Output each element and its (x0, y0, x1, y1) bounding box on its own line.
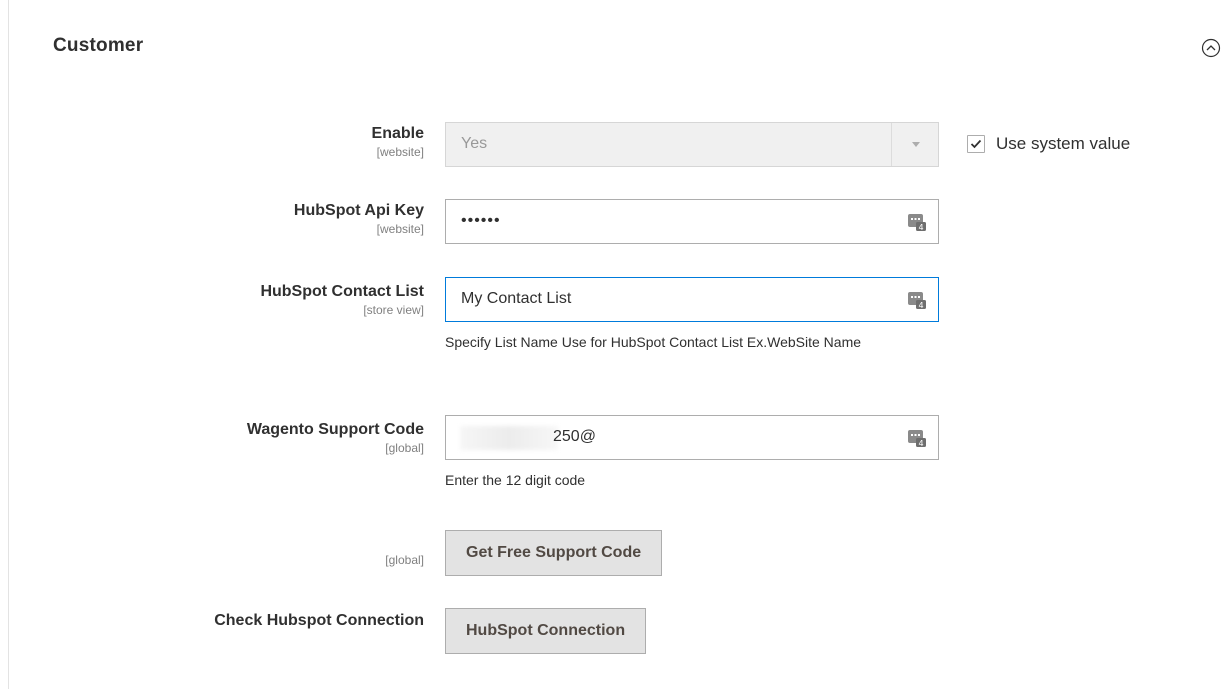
chevron-down-icon (912, 142, 920, 147)
redacted-code-area (460, 426, 558, 450)
password-keyboard-icon[interactable]: 4 (907, 428, 927, 448)
chevron-up-circle-icon[interactable] (1201, 38, 1221, 58)
api-key-scope: [website] (376, 222, 424, 236)
use-system-value-control[interactable]: Use system value (967, 134, 1130, 154)
section-title: Customer (53, 35, 144, 56)
get-free-support-code-button[interactable]: Get Free Support Code (445, 530, 663, 576)
enable-label: Enable (371, 125, 424, 142)
support-code-scope: [global] (385, 441, 424, 455)
select-divider (891, 123, 892, 166)
connection-label-group: Check Hubspot Connection (214, 611, 424, 631)
checkmark-icon (970, 139, 982, 149)
enable-select[interactable]: Yes (445, 122, 939, 167)
contact-list-label-group: HubSpot Contact List [store view] (260, 282, 424, 318)
api-key-label: HubSpot Api Key (293, 202, 424, 219)
svg-text:4: 4 (918, 301, 923, 310)
contact-list-input[interactable]: My Contact List 4 (445, 277, 939, 322)
api-key-label-group: HubSpot Api Key [website] (294, 201, 424, 237)
contact-list-label: HubSpot Contact List (260, 283, 424, 300)
password-keyboard-icon[interactable]: 4 (907, 290, 927, 310)
enable-scope: [website] (376, 145, 424, 159)
enable-label-group: Enable [website] (372, 124, 424, 160)
section-left-border (8, 0, 9, 689)
svg-text:4: 4 (918, 439, 923, 448)
hubspot-connection-button[interactable]: HubSpot Connection (445, 608, 647, 654)
free-support-label-group: [global] (385, 552, 424, 568)
free-support-scope: [global] (385, 553, 424, 567)
support-code-value: 250@ (553, 428, 596, 445)
password-keyboard-icon[interactable]: 4 (907, 212, 927, 232)
api-key-value: •••••• (461, 212, 501, 229)
use-system-value-checkbox[interactable] (967, 135, 985, 153)
support-code-input[interactable]: 250@ 4 (445, 415, 939, 460)
support-code-label-group: Wagento Support Code [global] (247, 420, 424, 456)
contact-list-value: My Contact List (461, 290, 572, 307)
use-system-value-label: Use system value (996, 134, 1131, 153)
enable-select-value: Yes (461, 135, 488, 152)
contact-list-note: Specify List Name Use for HubSpot Contac… (445, 334, 862, 350)
api-key-input[interactable]: •••••• 4 (445, 199, 939, 244)
svg-text:4: 4 (918, 223, 923, 232)
connection-label: Check Hubspot Connection (214, 612, 424, 629)
support-code-note: Enter the 12 digit code (445, 472, 586, 488)
support-code-label: Wagento Support Code (246, 421, 424, 438)
contact-list-scope: [store view] (363, 303, 424, 317)
